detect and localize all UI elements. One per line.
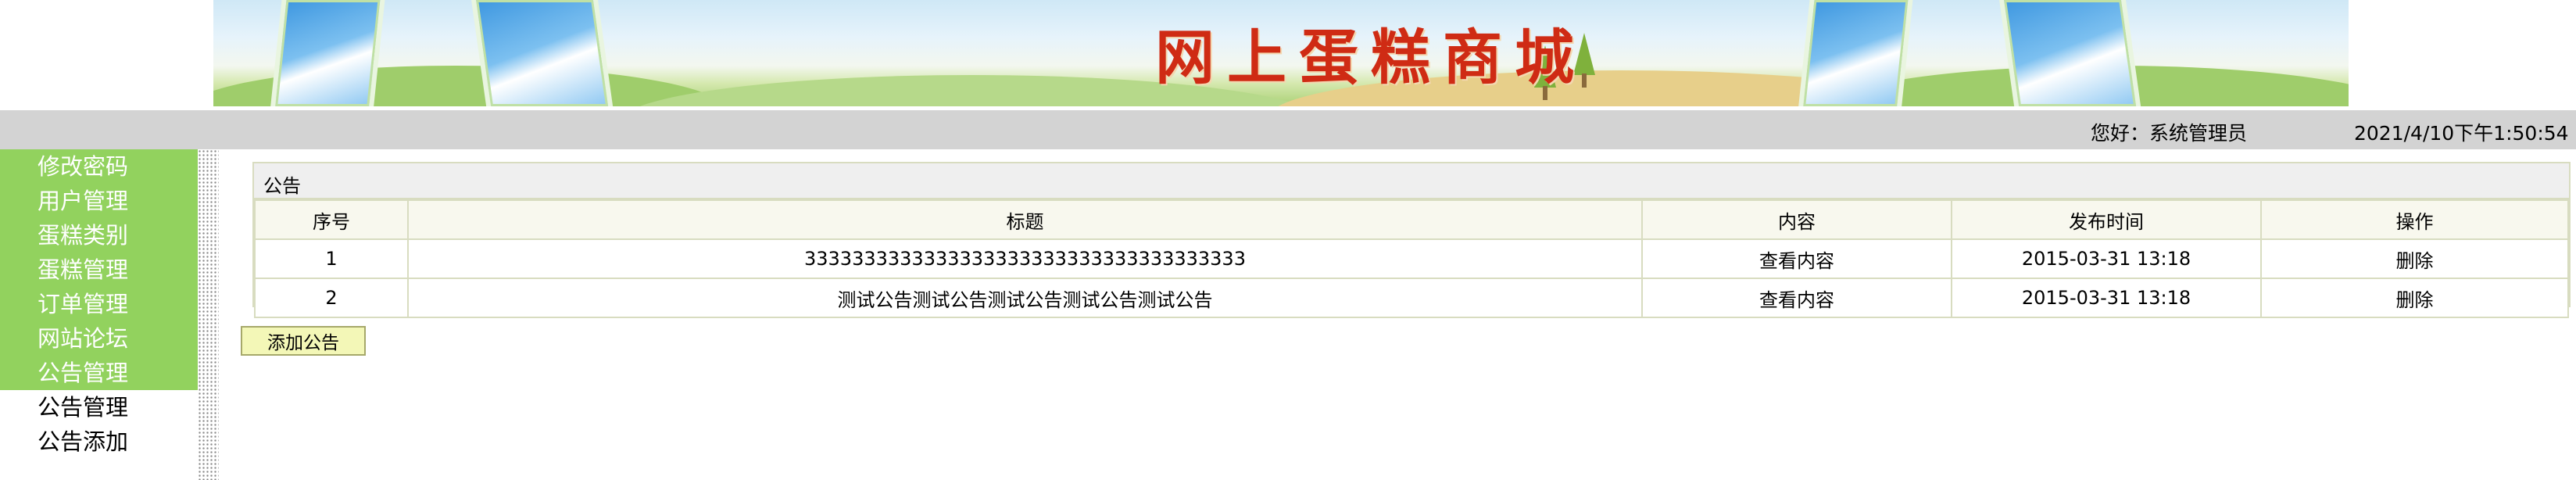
view-content-link[interactable]: 查看内容 xyxy=(1641,238,1952,279)
column-header-action: 操作 xyxy=(2260,199,2569,240)
sidebar-item-notice-management[interactable]: 公告管理 xyxy=(0,356,198,390)
column-header-title: 标题 xyxy=(407,199,1643,240)
user-greeting: 您好：系统管理员 xyxy=(2091,122,2248,145)
top-bar: 您好：系统管理员 2021/4/10下午1:50:54 xyxy=(0,110,2576,149)
add-notice-button[interactable]: 添加公告 xyxy=(241,326,366,356)
sidebar-menu: 修改密码 用户管理 蛋糕类别 蛋糕管理 订单管理 网站论坛 公告管理 公告管理 … xyxy=(0,149,198,480)
sidebar-divider xyxy=(198,149,219,480)
table-header-row: 序号 标题 内容 发布时间 操作 xyxy=(254,199,2569,240)
sidebar-subitem-notice-add[interactable]: 公告添加 xyxy=(0,424,198,459)
window-illustration xyxy=(1798,0,1913,106)
sidebar-item-forum[interactable]: 网站论坛 xyxy=(0,321,198,356)
panel-header: 公告 xyxy=(254,163,2569,199)
notice-table: 序号 标题 内容 发布时间 操作 1 333333333333333333333… xyxy=(254,199,2569,318)
site-banner: 网上蛋糕商城 xyxy=(213,0,2349,106)
cell-time: 2015-03-31 13:18 xyxy=(1951,238,2262,279)
sidebar-item-user-management[interactable]: 用户管理 xyxy=(0,184,198,218)
column-header-time: 发布时间 xyxy=(1951,199,2262,240)
sidebar-item-change-password[interactable]: 修改密码 xyxy=(0,149,198,184)
window-illustration xyxy=(1999,0,2141,106)
cell-title: 3333333333333333333333333333333333333 xyxy=(407,238,1643,279)
column-header-content: 内容 xyxy=(1641,199,1952,240)
cell-time: 2015-03-31 13:18 xyxy=(1951,278,2262,318)
column-header-no: 序号 xyxy=(254,199,409,240)
cell-no: 2 xyxy=(254,278,409,318)
table-row: 1 3333333333333333333333333333333333333 … xyxy=(254,238,2569,279)
sidebar-item-order-management[interactable]: 订单管理 xyxy=(0,287,198,321)
table-row: 2 测试公告测试公告测试公告测试公告测试公告 查看内容 2015-03-31 1… xyxy=(254,278,2569,318)
delete-link[interactable]: 删除 xyxy=(2260,238,2569,279)
sidebar-item-cake-category[interactable]: 蛋糕类别 xyxy=(0,218,198,253)
notice-panel: 公告 序号 标题 内容 发布时间 操作 1 333333333333333333… xyxy=(252,162,2571,318)
panel-title: 公告 xyxy=(263,175,301,197)
delete-link[interactable]: 删除 xyxy=(2260,278,2569,318)
sidebar-subitem-notice-list[interactable]: 公告管理 xyxy=(0,390,198,424)
site-title: 网上蛋糕商城 xyxy=(1155,23,1587,92)
sidebar-item-cake-management[interactable]: 蛋糕管理 xyxy=(0,253,198,287)
cell-no: 1 xyxy=(254,238,409,279)
cell-title: 测试公告测试公告测试公告测试公告测试公告 xyxy=(407,278,1643,318)
window-illustration xyxy=(471,0,614,106)
datetime-display: 2021/4/10下午1:50:54 xyxy=(2354,122,2569,145)
view-content-link[interactable]: 查看内容 xyxy=(1641,278,1952,318)
window-illustration xyxy=(270,0,385,106)
